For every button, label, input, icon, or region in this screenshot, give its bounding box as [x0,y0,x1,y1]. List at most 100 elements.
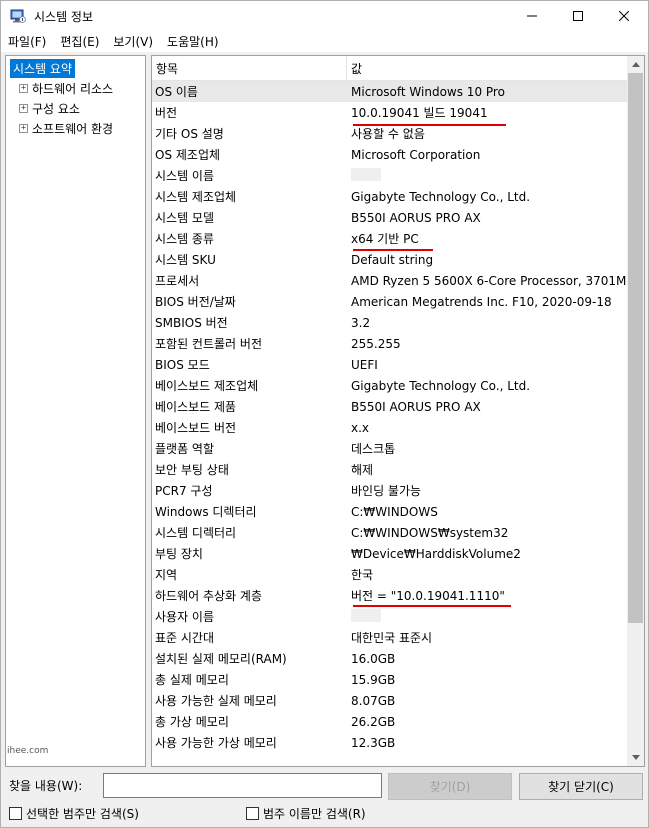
row-item-value: 10.0.19041 빌드 19041 [351,106,488,120]
search-category-names-option[interactable]: 범주 이름만 검색(R) [246,805,366,822]
list-header: 항목 값 [152,56,627,81]
row-item-name: BIOS 모드 [155,358,210,372]
category-tree[interactable]: 시스템 요약 + 하드웨어 리소스 + 구성 요소 + 소프트웨어 환경 [5,55,146,767]
row-item-name: 부팅 장치 [155,547,203,561]
table-row[interactable]: 포함된 컨트롤러 버전 255.255 [152,333,627,354]
row-item-value: 8.07GB [351,693,396,708]
table-row[interactable]: 기타 OS 설명 사용할 수 없음 [152,123,627,144]
row-item-value: AMD Ryzen 5 5600X 6-Core Processor, 3701… [351,273,627,288]
row-item-name: 시스템 제조업체 [155,190,237,204]
table-row[interactable]: 베이스보드 버전 x.x [152,417,627,438]
row-item-value: 3.2 [351,315,371,330]
row-item-value: 버전 = "10.0.19041.1110" [351,589,505,603]
row-item-name: 하드웨어 추상화 계층 [155,589,262,603]
column-header-item[interactable]: 항목 [152,56,347,81]
row-item-name: SMBIOS 버전 [155,316,228,330]
window-title: 시스템 정보 [34,10,94,24]
table-row[interactable]: 부팅 장치 ₩Device₩HarddiskVolume2 [152,543,627,564]
expand-icon[interactable]: + [19,83,28,93]
table-row[interactable]: 시스템 디렉터리 C:₩WINDOWS₩system32 [152,522,627,543]
table-row[interactable]: 시스템 SKU Default string [152,249,627,270]
table-row[interactable]: BIOS 버전/날짜 American Megatrends Inc. F10, … [152,291,627,312]
tree-item-label: 소프트웨어 환경 [32,121,114,136]
menu-file[interactable]: 파일(F) [1,31,53,52]
find-button[interactable]: 찾기(D) [388,773,512,800]
vertical-scrollbar[interactable] [627,56,644,766]
tree-item-label: 구성 요소 [32,101,80,116]
row-item-name: 프로세서 [155,274,200,288]
table-row[interactable]: 총 실제 메모리 15.9GB [152,669,627,690]
close-button[interactable] [601,1,647,31]
table-row[interactable]: 시스템 모델 B550I AORUS PRO AX [152,207,627,228]
table-row[interactable]: 시스템 이름 [152,165,627,186]
scroll-down-button[interactable] [627,749,644,766]
row-item-name: 플랫폼 역할 [155,442,215,456]
table-row[interactable]: 플랫폼 역할 데스크톱 [152,438,627,459]
menu-view[interactable]: 보기(V) [106,31,160,52]
search-selected-category-option[interactable]: 선택한 범주만 검색(S) [9,805,139,822]
find-input[interactable] [103,773,382,798]
search-category-names-checkbox[interactable] [246,807,259,820]
table-row[interactable]: Windows 디렉터리 C:₩WINDOWS [152,501,627,522]
table-row[interactable]: 설치된 실제 메모리(RAM) 16.0GB [152,648,627,669]
row-item-value: 데스크톱 [351,442,396,456]
table-row[interactable]: 베이스보드 제품 B550I AORUS PRO AX [152,396,627,417]
search-selected-category-checkbox[interactable] [9,807,22,820]
table-row[interactable]: 프로세서 AMD Ryzen 5 5600X 6-Core Processor, … [152,270,627,291]
maximize-button[interactable] [555,1,601,31]
row-item-name: 시스템 이름 [155,169,215,183]
minimize-icon [527,15,537,17]
tree-item-software-environment[interactable]: + 소프트웨어 환경 [19,118,113,138]
tree-item-components[interactable]: + 구성 요소 [19,98,80,118]
row-item-name: Windows 디렉터리 [155,505,257,519]
table-row[interactable]: BIOS 모드 UEFI [152,354,627,375]
tree-item-hardware-resources[interactable]: + 하드웨어 리소스 [19,78,113,98]
row-item-name: 표준 시간대 [155,631,215,645]
minimize-button[interactable] [509,1,555,31]
row-item-value: 12.3GB [351,735,396,750]
chevron-down-icon [631,755,640,760]
tree-item-system-summary[interactable]: 시스템 요약 [10,58,76,78]
table-row[interactable]: 사용자 이름 [152,606,627,627]
row-item-name: 시스템 종류 [155,232,215,246]
expand-icon[interactable]: + [19,123,28,133]
table-row[interactable]: 표준 시간대 대한민국 표준시 [152,627,627,648]
title-bar: 시스템 정보 [1,1,648,31]
table-row[interactable]: 베이스보드 제조업체 Gigabyte Technology Co., Ltd. [152,375,627,396]
menu-edit[interactable]: 편집(E) [53,31,106,52]
table-row[interactable]: 하드웨어 추상화 계층 버전 = "10.0.19041.1110" [152,585,627,606]
row-item-value: 26.2GB [351,714,396,729]
row-item-name: 기타 OS 설명 [155,127,224,141]
table-row[interactable]: 버전 10.0.19041 빌드 19041 [152,102,627,123]
row-item-name: PCR7 구성 [155,484,213,498]
row-item-value: x.x [351,420,370,435]
column-header-value[interactable]: 값 [347,56,627,81]
table-row[interactable]: 시스템 종류 x64 기반 PC [152,228,627,249]
table-row[interactable]: OS 제조업체 Microsoft Corporation [152,144,627,165]
table-row[interactable]: 지역 한국 [152,564,627,585]
menu-help[interactable]: 도움말(H) [160,31,226,52]
table-row[interactable]: OS 이름 Microsoft Windows 10 Pro [152,81,627,102]
details-list[interactable]: 항목 값 OS 이름 Microsoft Windows 10 Pro 버전 10.0… [151,55,645,767]
table-row[interactable]: SMBIOS 버전 3.2 [152,312,627,333]
table-row[interactable]: 보안 부팅 상태 해제 [152,459,627,480]
close-find-button[interactable]: 찾기 닫기(C) [519,773,643,800]
chevron-up-icon [631,62,640,67]
table-row[interactable]: 총 가상 메모리 26.2GB [152,711,627,732]
row-item-value: C:₩WINDOWS [351,504,438,519]
scrollbar-thumb[interactable] [628,73,643,623]
row-item-name: 시스템 모델 [155,211,215,225]
row-item-name: OS 이름 [155,85,198,99]
table-row[interactable]: 시스템 제조업체 Gigabyte Technology Co., Ltd. [152,186,627,207]
table-row[interactable]: PCR7 구성 바인딩 불가능 [152,480,627,501]
row-item-name: 버전 [155,106,178,120]
table-row[interactable]: 사용 가능한 가상 메모리 12.3GB [152,732,627,753]
expand-icon[interactable]: + [19,103,28,113]
row-item-value: C:₩WINDOWS₩system32 [351,525,509,540]
row-item-name: 베이스보드 제조업체 [155,379,259,393]
table-row[interactable]: 사용 가능한 실제 메모리 8.07GB [152,690,627,711]
scroll-up-button[interactable] [627,56,644,73]
row-item-name: BIOS 버전/날짜 [155,295,236,309]
system-info-window: 시스템 정보 파일(F) 편집(E) 보기(V) 도움말(H) 시스템 요약 +… [0,0,649,828]
row-item-name: 베이스보드 제품 [155,400,237,414]
